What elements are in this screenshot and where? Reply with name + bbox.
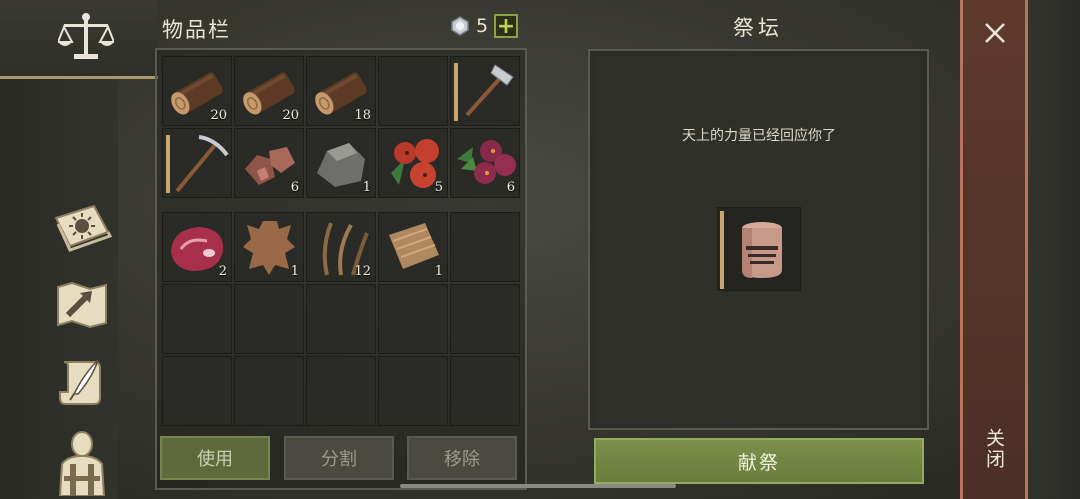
inventory-slot-empty[interactable] — [234, 284, 304, 354]
hammer-icon — [465, 64, 514, 117]
pickaxe-icon — [175, 135, 229, 193]
inventory-slot-hammer[interactable] — [450, 56, 520, 126]
inventory-slot-stone[interactable]: 1 — [306, 128, 376, 198]
slot-quantity: 6 — [506, 180, 515, 195]
inventory-slot-cloth[interactable]: 1 — [378, 212, 448, 282]
sacrifice-button[interactable]: 献祭 — [594, 438, 924, 484]
slot-quantity: 6 — [290, 180, 299, 195]
altar-message: 天上的力量已经回应你了 — [682, 128, 836, 144]
remove-button[interactable]: 移除 — [407, 436, 517, 480]
right-edge-strip — [1028, 0, 1080, 499]
inventory-slot-empty[interactable] — [306, 284, 376, 354]
close-panel[interactable] — [960, 0, 1028, 499]
character-icon[interactable] — [50, 430, 114, 496]
close-icon[interactable] — [980, 18, 1010, 48]
slot-quantity: 18 — [354, 108, 371, 123]
horizontal-scrollbar[interactable] — [400, 484, 676, 488]
slot-quantity: 20 — [210, 108, 227, 123]
slot-quantity: 12 — [354, 264, 371, 279]
inventory-slot-raw-meat[interactable]: 2 — [162, 212, 232, 282]
inventory-slot-log[interactable]: 18 — [306, 56, 376, 126]
inventory-slot-empty[interactable] — [234, 356, 304, 426]
scale-icon[interactable] — [56, 12, 116, 64]
inventory-slot-empty[interactable] — [162, 284, 232, 354]
gem-count: 5 — [476, 15, 489, 37]
split-button[interactable]: 分割 — [284, 436, 394, 480]
altar-offering-slot[interactable] — [717, 207, 801, 291]
inventory-title: 物品栏 — [162, 18, 231, 42]
slot-quantity: 20 — [282, 108, 299, 123]
scroll-quill-icon[interactable] — [50, 352, 114, 412]
gem-icon — [450, 16, 470, 36]
durability-bar — [720, 211, 724, 289]
use-button[interactable]: 使用 — [160, 436, 270, 480]
inventory-slot-empty[interactable] — [378, 284, 448, 354]
inventory-slot-empty[interactable] — [306, 356, 376, 426]
inventory-slot-copper-ore[interactable]: 6 — [234, 128, 304, 198]
slot-quantity: 1 — [290, 264, 299, 279]
slot-quantity: 2 — [218, 264, 227, 279]
inventory-slot-red-berries[interactable]: 5 — [378, 128, 448, 198]
inventory-slot-empty[interactable] — [378, 356, 448, 426]
close-label[interactable]: 关闭 — [982, 428, 1008, 470]
inventory-slot-empty[interactable] — [450, 284, 520, 354]
inventory-slot-plant-fiber[interactable]: 12 — [306, 212, 376, 282]
inventory-slot-empty[interactable] — [162, 356, 232, 426]
slot-quantity: 1 — [362, 180, 371, 195]
inventory-slot-pickaxe[interactable] — [162, 128, 232, 198]
altar-title: 祭坛 — [733, 16, 783, 40]
knight-helmet-icon — [742, 222, 782, 278]
map-icon[interactable] — [50, 275, 114, 335]
slot-quantity: 1 — [434, 264, 443, 279]
inventory-slot-empty[interactable] — [450, 356, 520, 426]
journal-sun-icon[interactable] — [50, 196, 114, 256]
slot-quantity: 5 — [434, 180, 443, 195]
inventory-slot-purple-berries[interactable]: 6 — [450, 128, 520, 198]
inventory-slot-empty[interactable] — [450, 212, 520, 282]
inventory-slot-log[interactable]: 20 — [162, 56, 232, 126]
add-gems-button[interactable]: + — [494, 14, 518, 38]
inventory-slot-empty[interactable] — [378, 56, 448, 126]
inventory-slot-log[interactable]: 20 — [234, 56, 304, 126]
inventory-slot-leather-hide[interactable]: 1 — [234, 212, 304, 282]
